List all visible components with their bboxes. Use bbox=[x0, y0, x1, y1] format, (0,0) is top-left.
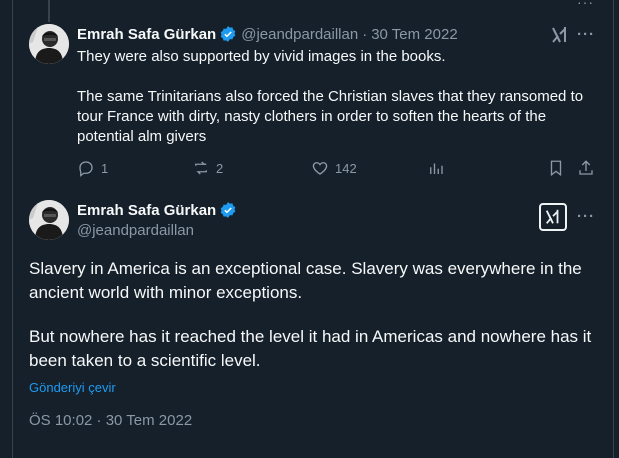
tweet-paragraph: They were also supported by vivid images… bbox=[77, 48, 446, 65]
reply-tweet-text: They were also supported by vivid images… bbox=[77, 47, 597, 147]
avatar[interactable] bbox=[29, 24, 69, 64]
translate-link[interactable]: Gönderiyi çevir bbox=[29, 380, 116, 395]
tweet-paragraph: Slavery in America is an exceptional cas… bbox=[29, 259, 582, 302]
reply-icon bbox=[79, 161, 93, 177]
grok-icon[interactable] bbox=[550, 25, 570, 45]
tweet-paragraph: The same Trinitarians also forced the Ch… bbox=[77, 88, 584, 145]
like-button[interactable]: 142 bbox=[311, 159, 357, 177]
more-icon[interactable]: ··· bbox=[577, 26, 595, 43]
avatar[interactable] bbox=[29, 200, 69, 240]
share-button[interactable] bbox=[577, 159, 595, 177]
bookmark-icon bbox=[550, 160, 562, 177]
author-handle[interactable]: @jeandpardaillan bbox=[241, 26, 358, 43]
repost-icon bbox=[195, 161, 207, 175]
reply-count: 1 bbox=[101, 160, 109, 176]
tweet-timestamp[interactable]: ÖS 10:02 · 30 Tem 2022 bbox=[29, 412, 192, 429]
author-name[interactable]: Emrah Safa Gürkan bbox=[77, 26, 216, 43]
verified-badge-icon bbox=[220, 202, 236, 218]
author-handle[interactable]: @jeandpardaillan bbox=[77, 222, 237, 239]
separator: · bbox=[362, 25, 368, 43]
tweet-actions: 1 2 142 bbox=[77, 159, 597, 181]
reply-author-row: Emrah Safa Gürkan @jeandpardaillan · 30 … bbox=[77, 25, 458, 43]
timeline-border-right bbox=[613, 0, 614, 458]
prev-more-icon[interactable]: ··· bbox=[577, 0, 594, 10]
main-author-block: Emrah Safa Gürkan @jeandpardaillan bbox=[77, 201, 237, 239]
avatar-image bbox=[29, 200, 69, 240]
share-icon bbox=[579, 160, 593, 175]
timeline-border-left bbox=[12, 0, 13, 458]
tweet-date[interactable]: 30 Tem 2022 bbox=[371, 26, 457, 43]
like-count: 142 bbox=[335, 160, 357, 176]
bookmark-button[interactable] bbox=[547, 159, 565, 177]
avatar-image bbox=[29, 24, 69, 64]
author-name[interactable]: Emrah Safa Gürkan bbox=[77, 202, 216, 219]
repost-button[interactable]: 2 bbox=[192, 159, 223, 177]
analytics-icon bbox=[430, 163, 443, 174]
repost-count: 2 bbox=[216, 160, 224, 176]
views-button[interactable] bbox=[427, 159, 445, 177]
verified-badge-icon bbox=[220, 26, 236, 42]
grok-icon bbox=[545, 209, 559, 224]
more-icon[interactable]: ··· bbox=[577, 208, 595, 225]
thread-connector bbox=[48, 0, 50, 22]
reply-button[interactable]: 1 bbox=[77, 159, 108, 177]
grok-button[interactable] bbox=[539, 203, 567, 231]
main-tweet-text: Slavery in America is an exceptional cas… bbox=[29, 257, 604, 373]
tweet-paragraph: But nowhere has it reached the level it … bbox=[29, 327, 592, 370]
heart-icon bbox=[312, 162, 328, 175]
